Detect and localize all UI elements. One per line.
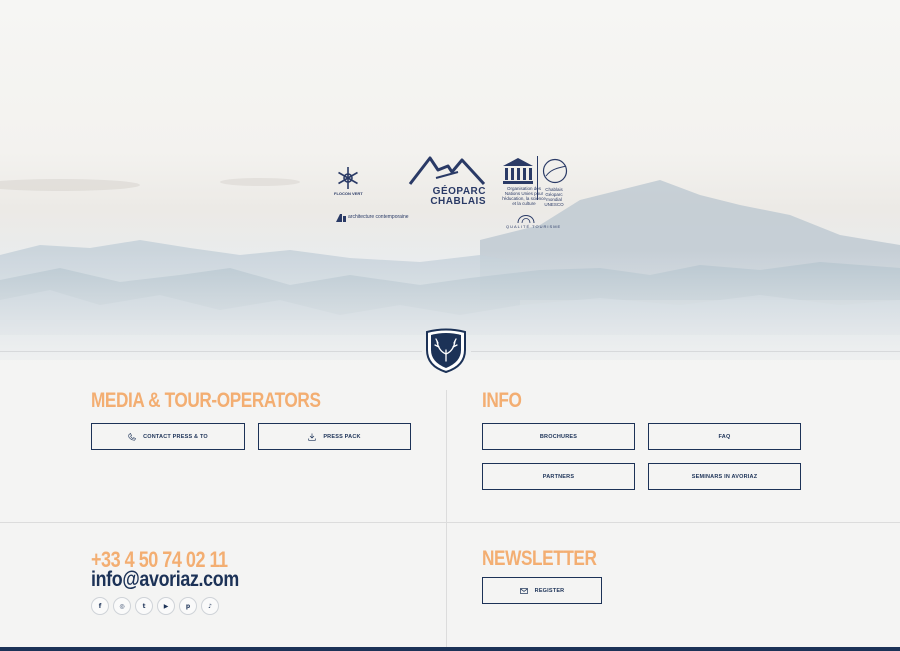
avoriaz-shield-logo[interactable]: [422, 328, 470, 374]
qualite-tourisme-text: QUALITÉ TOURISME: [506, 224, 562, 229]
mail-icon: [519, 587, 528, 594]
seminars-button[interactable]: SEMINARS IN AVORIAZ: [648, 463, 801, 490]
instagram-icon[interactable]: ◎: [113, 597, 131, 615]
contact-press-label: CONTACT PRESS & TO: [143, 433, 208, 440]
tiktok-icon[interactable]: ♪: [201, 597, 219, 615]
flocon-vert-text: FLOCON VERT: [334, 191, 363, 196]
architecture-text: architecture contemporaine: [348, 214, 409, 220]
faq-button[interactable]: FAQ: [648, 423, 801, 450]
partners-label: PARTNERS: [542, 473, 575, 480]
architecture-logo-icon: [336, 214, 346, 222]
newsletter-register-button[interactable]: REGISTER: [482, 577, 602, 604]
phone-icon: [128, 432, 137, 441]
partner-logos: FLOCON VERT architecture contemporaine G…: [0, 0, 900, 380]
newsletter-heading: NEWSLETTER: [482, 547, 597, 570]
contact-press-button[interactable]: CONTACT PRESS & TO: [91, 423, 245, 450]
social-links: f ◎ t ▶ p ♪: [91, 597, 219, 615]
chablais-geoparc-text: Chablais Géoparc mondial UNESCO: [544, 187, 564, 207]
geoparc-chablais-logo: [408, 156, 486, 186]
twitter-icon[interactable]: t: [135, 597, 153, 615]
brochures-button[interactable]: BROCHURES: [482, 423, 635, 450]
flocon-vert-logo: [338, 167, 358, 189]
geoparc-chablais-name: GÉOPARC CHABLAIS: [408, 187, 486, 207]
media-heading: MEDIA & TOUR-OPERATORS: [91, 389, 321, 412]
info-heading: INFO: [482, 389, 522, 412]
shield-divider-left: [0, 351, 422, 352]
hero-mountain-background: FLOCON VERT architecture contemporaine G…: [0, 0, 900, 380]
qualite-tourisme-logo: [517, 215, 535, 224]
chablais-globe-icon: [542, 158, 568, 184]
faq-label: FAQ: [718, 433, 731, 440]
section-divider: [0, 522, 900, 523]
footer-bottom-bar: [0, 647, 900, 651]
brochures-label: BROCHURES: [539, 433, 578, 440]
unesco-temple-logo: [503, 158, 533, 184]
geoparc-line-2: CHABLAIS: [430, 196, 486, 207]
pinterest-icon[interactable]: p: [179, 597, 197, 615]
youtube-icon[interactable]: ▶: [157, 597, 175, 615]
press-pack-button[interactable]: PRESS PACK: [258, 423, 411, 450]
download-icon: [308, 433, 316, 441]
facebook-icon[interactable]: f: [91, 597, 109, 615]
press-pack-label: PRESS PACK: [323, 433, 361, 440]
partners-button[interactable]: PARTNERS: [482, 463, 635, 490]
column-divider: [446, 390, 447, 651]
shield-divider-right: [471, 351, 900, 352]
email-link[interactable]: info@avoriaz.com: [91, 568, 239, 592]
seminars-label: SEMINARS IN AVORIAZ: [691, 473, 758, 480]
register-label: REGISTER: [534, 587, 565, 594]
